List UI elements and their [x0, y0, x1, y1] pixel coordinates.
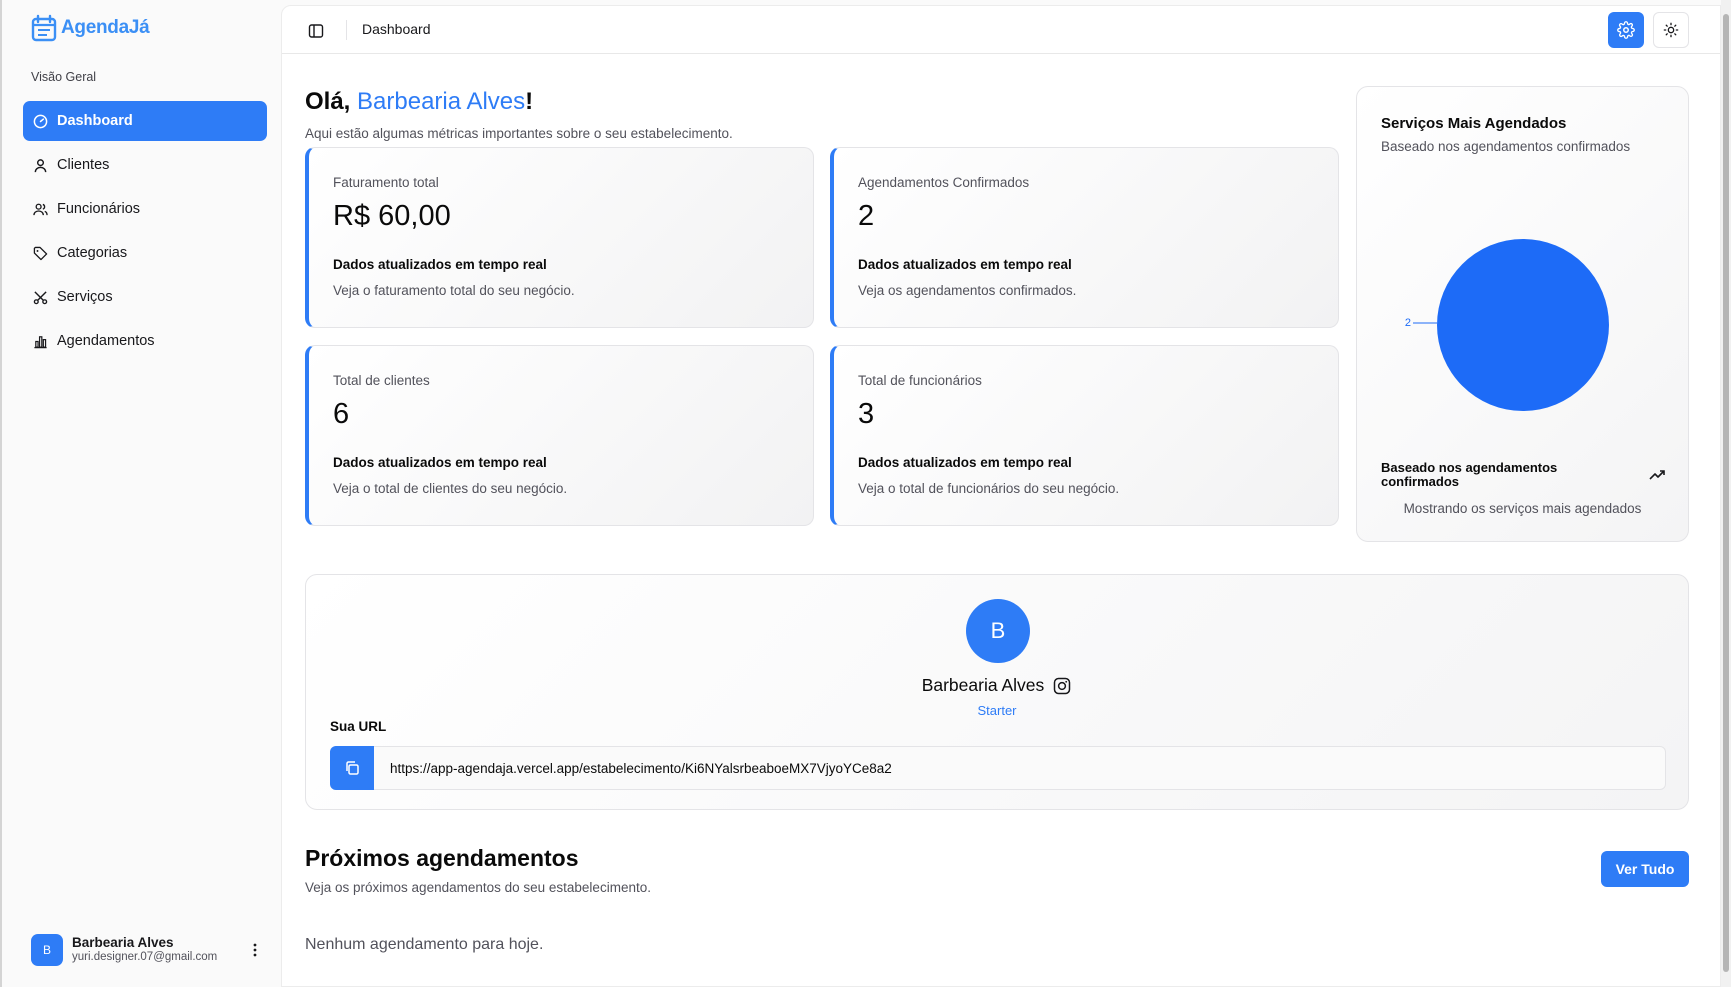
divider — [346, 20, 347, 40]
sidebar-item-clientes[interactable]: Clientes — [23, 145, 267, 185]
sun-icon — [1663, 22, 1679, 38]
sidebar-item-dashboard[interactable]: Dashboard — [23, 101, 267, 141]
greeting-suffix: ! — [525, 88, 534, 115]
app-logo[interactable]: AgendaJá — [31, 14, 150, 42]
greeting-prefix: Olá, — [305, 88, 358, 115]
scrollbar-thumb[interactable] — [1723, 14, 1729, 972]
card-heading: Dados atualizados em tempo real — [333, 455, 547, 470]
sidebar-item-label: Agendamentos — [57, 333, 155, 349]
tag-icon — [32, 245, 48, 261]
user-menu[interactable]: B Barbearia Alves yuri.designer.07@gmail… — [31, 930, 265, 970]
bar-chart-icon — [32, 333, 48, 349]
card-description: Veja o faturamento total do seu negócio. — [333, 283, 575, 298]
revenue-card: Faturamento total R$ 60,00 Dados atualiz… — [305, 147, 814, 328]
card-title: Faturamento total — [333, 175, 439, 190]
chart-subtitle: Baseado nos agendamentos confirmados — [1381, 139, 1631, 154]
card-description: Veja o total de funcionários do seu negó… — [858, 481, 1120, 496]
pie-slice[interactable] — [1437, 239, 1609, 411]
tools-icon — [32, 289, 48, 305]
establishment-name: Barbearia Alves — [921, 675, 1045, 695]
top-services-chart-card: Serviços Mais Agendados Baseado nos agen… — [1356, 86, 1689, 542]
user-email: yuri.designer.07@gmail.com — [72, 951, 218, 964]
sidebar-item-label: Serviços — [57, 289, 113, 305]
sidebar-item-label: Dashboard — [57, 113, 133, 129]
trending-up-icon — [1649, 470, 1665, 480]
avatar: B — [31, 934, 63, 966]
card-value: 2 — [858, 200, 875, 232]
card-heading: Dados atualizados em tempo real — [333, 257, 547, 272]
pie-chart: 2 — [1405, 239, 1609, 411]
user-info: Barbearia Alves yuri.designer.07@gmail.c… — [72, 935, 217, 965]
settings-button[interactable] — [1608, 12, 1644, 48]
sidebar-item-label: Categorias — [57, 245, 128, 261]
profile-name-row: Barbearia Alves — [306, 675, 1688, 696]
sidebar-item-funcionarios[interactable]: Funcionários — [23, 189, 267, 229]
employees-total-card: Total de funcionários 3 Dados atualizado… — [830, 345, 1339, 526]
card-description: Veja os agendamentos confirmados. — [858, 283, 1077, 298]
url-row: https://app-agendaja.vercel.app/estabele… — [330, 746, 1666, 790]
chart-caption: Mostrando os serviços mais agendados — [1403, 501, 1642, 516]
page-subtitle: Aqui estão algumas métricas importantes … — [305, 126, 733, 141]
main-panel: Dashboard Olá, Barbearia Alves! Aqui est… — [281, 5, 1721, 987]
instagram-icon[interactable] — [1052, 676, 1072, 696]
nav-group-label: Visão Geral — [31, 70, 97, 84]
establishment-profile-card: B Barbearia Alves Starter Sua URL https:… — [305, 574, 1689, 810]
card-description: Veja o total de clientes do seu negócio. — [333, 481, 568, 496]
sidebar: AgendaJá Visão Geral Dashboard Clientes … — [0, 0, 281, 987]
upcoming-title: Próximos agendamentos — [305, 845, 579, 871]
users-icon — [32, 201, 48, 217]
chart-title: Serviços Mais Agendados — [1381, 115, 1567, 132]
card-title: Agendamentos Confirmados — [858, 175, 1030, 190]
plan-badge: Starter — [977, 703, 1017, 718]
sidebar-toggle-icon[interactable] — [306, 21, 326, 41]
page-title: Olá, Barbearia Alves! — [305, 88, 533, 116]
card-value: 3 — [858, 398, 875, 430]
clients-total-card: Total de clientes 6 Dados atualizados em… — [305, 345, 814, 526]
theme-toggle-button[interactable] — [1653, 12, 1689, 48]
pie-slice-label: 2 — [1405, 317, 1411, 329]
app-name: AgendaJá — [61, 17, 150, 38]
greeting-name: Barbearia Alves — [357, 88, 526, 115]
gear-icon — [1617, 21, 1635, 39]
card-value: 6 — [333, 398, 350, 430]
card-value: R$ 60,00 — [333, 200, 451, 232]
gauge-icon — [32, 113, 48, 129]
establishment-avatar: B — [966, 599, 1030, 663]
card-heading: Dados atualizados em tempo real — [858, 257, 1072, 272]
sidebar-item-label: Funcionários — [57, 201, 141, 217]
scrollbar[interactable] — [1721, 0, 1731, 987]
sidebar-item-label: Clientes — [57, 157, 110, 173]
user-icon — [32, 157, 48, 173]
card-title: Total de funcionários — [858, 373, 982, 388]
sidebar-item-agendamentos[interactable]: Agendamentos — [23, 321, 267, 361]
copy-url-button[interactable] — [330, 746, 374, 790]
copy-icon — [346, 761, 359, 775]
card-title: Total de clientes — [333, 373, 430, 388]
confirmed-appointments-card: Agendamentos Confirmados 2 Dados atualiz… — [830, 147, 1339, 328]
establishment-url-field[interactable]: https://app-agendaja.vercel.app/estabele… — [374, 746, 1666, 790]
sidebar-item-servicos[interactable]: Serviços — [23, 277, 267, 317]
chart-footer: Baseado nos agendamentos confirmados — [1381, 460, 1558, 489]
upcoming-subtitle: Veja os próximos agendamentos do seu est… — [305, 880, 651, 895]
calendar-logo-icon — [31, 14, 57, 42]
empty-state-text: Nenhum agendamento para hoje. — [305, 936, 544, 953]
card-heading: Dados atualizados em tempo real — [858, 455, 1072, 470]
see-all-button[interactable]: Ver Tudo — [1601, 851, 1689, 887]
breadcrumb: Dashboard — [362, 21, 431, 37]
more-vertical-icon[interactable] — [245, 940, 265, 960]
top-bar: Dashboard — [282, 6, 1720, 54]
user-name: Barbearia Alves — [72, 935, 174, 950]
sidebar-nav: Dashboard Clientes Funcionários Categori… — [23, 101, 267, 365]
sidebar-item-categorias[interactable]: Categorias — [23, 233, 267, 273]
url-label: Sua URL — [330, 719, 387, 734]
